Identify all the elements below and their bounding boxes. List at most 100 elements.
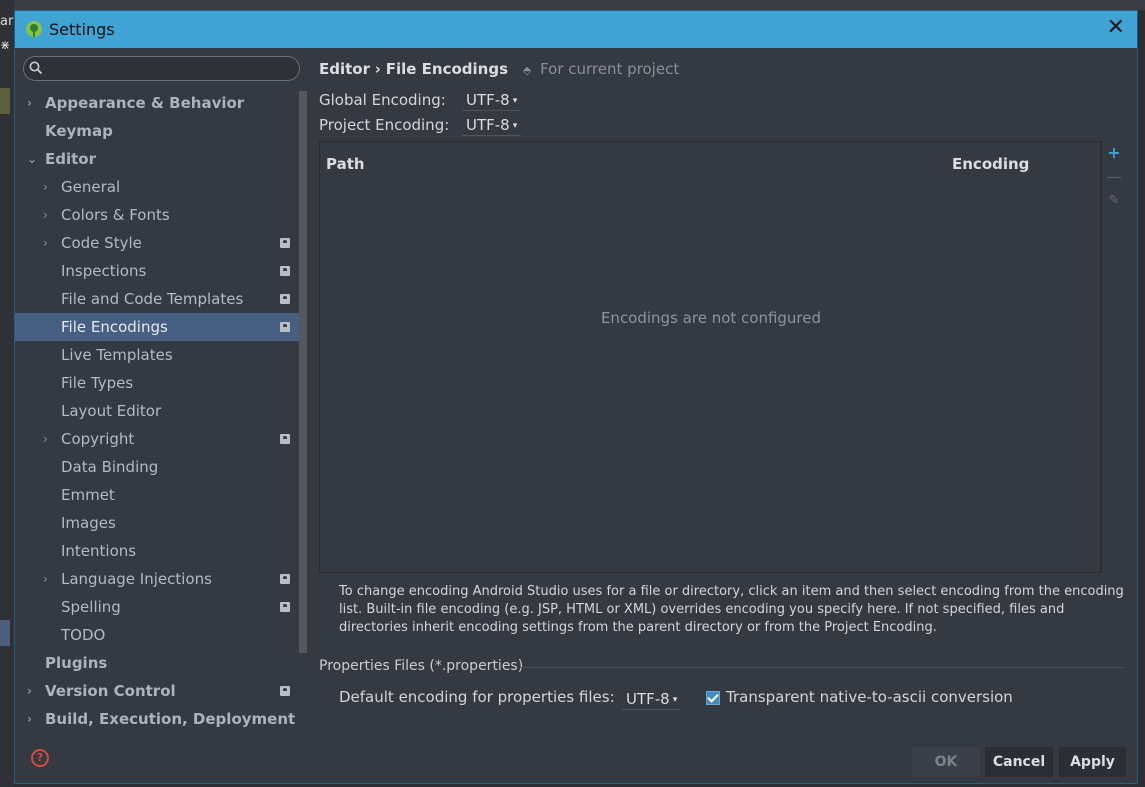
project-scope-icon (280, 266, 290, 276)
tree-item[interactable]: Data Binding (15, 453, 307, 481)
tree-item[interactable]: Layout Editor (15, 397, 307, 425)
tree-item[interactable]: › Version Control (15, 677, 307, 705)
tree-item-label: Language Injections (61, 570, 212, 588)
column-header-path[interactable]: Path (326, 155, 365, 173)
tree-item[interactable]: File Types (15, 369, 307, 397)
tree-item[interactable]: TODO (15, 621, 307, 649)
tree-item-label: Version Control (45, 682, 176, 700)
cancel-button[interactable]: Cancel (985, 747, 1053, 777)
tree-item[interactable]: Inspections (15, 257, 307, 285)
settings-dialog: Settings ✕ › Appearance & Behavior Keymap ⌄… (14, 10, 1138, 784)
properties-encoding-value: UTF-8 (626, 690, 670, 708)
tree-item[interactable]: › Build, Execution, Deployment (15, 705, 307, 733)
tree-item-label: File Types (61, 374, 134, 392)
properties-section-title: Properties Files (*.properties) (319, 658, 524, 674)
chevron-right-icon[interactable]: › (43, 173, 48, 201)
android-studio-icon (26, 21, 42, 37)
project-encoding-select[interactable]: UTF-8 ▾ (462, 115, 522, 136)
tree-item-label: Code Style (61, 234, 142, 252)
background-marker (0, 88, 10, 114)
window-title: Settings (49, 20, 115, 39)
tree-item[interactable]: › Language Injections (15, 565, 307, 593)
chevron-down-icon: ▾ (512, 121, 518, 131)
settings-search-input[interactable] (23, 56, 300, 81)
tree-item[interactable]: File and Code Templates (15, 285, 307, 313)
tree-item-label: Keymap (45, 122, 113, 140)
tree-item-label: Colors & Fonts (61, 206, 170, 224)
chevron-down-icon: ▾ (672, 695, 678, 705)
close-icon[interactable]: ✕ (1107, 17, 1125, 39)
tree-item[interactable]: Live Templates (15, 341, 307, 369)
chevron-right-icon[interactable]: › (27, 705, 32, 733)
chevron-down-icon[interactable]: ⌄ (27, 145, 37, 173)
tree-item[interactable]: Images (15, 509, 307, 537)
background-text-fragment: ar (0, 14, 14, 29)
properties-encoding-select[interactable]: UTF-8 ▾ (622, 689, 682, 710)
add-icon[interactable]: + (1106, 145, 1122, 161)
project-scope-icon (280, 322, 290, 332)
tree-scrollbar[interactable] (299, 91, 307, 653)
project-scope-icon (280, 686, 290, 696)
tree-item-label: Data Binding (61, 458, 159, 476)
project-scope-icon (280, 434, 290, 444)
tree-item-label: File Encodings (61, 318, 168, 336)
tree-item[interactable]: Plugins (15, 649, 307, 677)
tree-item[interactable]: › Appearance & Behavior (15, 89, 307, 117)
tree-item-label: Intentions (61, 542, 137, 560)
apply-button[interactable]: Apply (1059, 747, 1126, 777)
edit-icon[interactable]: ✎ (1106, 193, 1122, 209)
tree-item[interactable]: › Code Style (15, 229, 307, 257)
ide-background-left: ar ⋇ (0, 0, 14, 787)
tree-item[interactable]: › Colors & Fonts (15, 201, 307, 229)
chevron-right-icon[interactable]: › (43, 425, 48, 453)
project-scope-icon (280, 602, 290, 612)
tree-item[interactable]: Keymap (15, 117, 307, 145)
chevron-right-icon[interactable]: › (43, 201, 48, 229)
tree-item-label: General (61, 178, 121, 196)
global-encoding-value: UTF-8 (466, 91, 510, 109)
project-scope-icon (280, 574, 290, 584)
ok-button[interactable]: OK (912, 747, 980, 777)
column-header-encoding[interactable]: Encoding (952, 155, 1029, 173)
ide-background-top (0, 0, 1145, 10)
empty-table-message: Encodings are not configured (600, 309, 822, 327)
tree-item-label: Build, Execution, Deployment (45, 710, 296, 728)
breadcrumb-parent: Editor (319, 60, 370, 78)
breadcrumb-current: File Encodings (385, 60, 509, 78)
chevron-right-icon[interactable]: › (27, 677, 32, 705)
title-bar: Settings ✕ (15, 11, 1137, 48)
tree-item[interactable]: Spelling (15, 593, 307, 621)
tree-item[interactable]: Intentions (15, 537, 307, 565)
chevron-right-icon[interactable]: › (43, 565, 48, 593)
encodings-table[interactable]: Path Encoding Encodings are not configur… (319, 141, 1101, 573)
chevron-right-icon[interactable]: › (27, 89, 32, 117)
tree-item[interactable]: › General (15, 173, 307, 201)
tree-item[interactable]: Emmet (15, 481, 307, 509)
tree-item-label: File and Code Templates (61, 290, 244, 308)
background-marker (0, 620, 10, 646)
tree-item[interactable]: File Encodings (15, 313, 307, 341)
tree-item[interactable]: ⌄ Editor (15, 145, 307, 173)
tree-item-label: Inspections (61, 262, 147, 280)
tree-item-label: Live Templates (61, 346, 173, 364)
chevron-right-icon[interactable]: › (43, 229, 48, 257)
background-glyph-fragment: ⋇ (0, 38, 11, 52)
project-scope-icon (280, 238, 290, 248)
project-encoding-value: UTF-8 (466, 116, 510, 134)
section-divider (520, 667, 1125, 668)
tree-item-label: Spelling (61, 598, 121, 616)
table-toolbar: + — ✎ (1101, 141, 1125, 573)
tree-item-label: Copyright (61, 430, 135, 448)
breadcrumb-separator: › (374, 60, 381, 78)
global-encoding-select[interactable]: UTF-8 ▾ (462, 90, 522, 111)
project-scope-icon: ⬘ (522, 64, 532, 77)
encoding-help-text: To change encoding Android Studio uses f… (339, 584, 1124, 635)
remove-icon[interactable]: — (1106, 169, 1122, 185)
tree-item-label: Emmet (61, 486, 115, 504)
tree-item-label: Appearance & Behavior (45, 94, 245, 112)
search-icon (29, 61, 43, 75)
native-to-ascii-checkbox[interactable] (706, 691, 720, 705)
help-icon[interactable]: ? (31, 749, 49, 767)
native-to-ascii-label[interactable]: Transparent native-to-ascii conversion (726, 688, 1013, 706)
tree-item[interactable]: › Copyright (15, 425, 307, 453)
